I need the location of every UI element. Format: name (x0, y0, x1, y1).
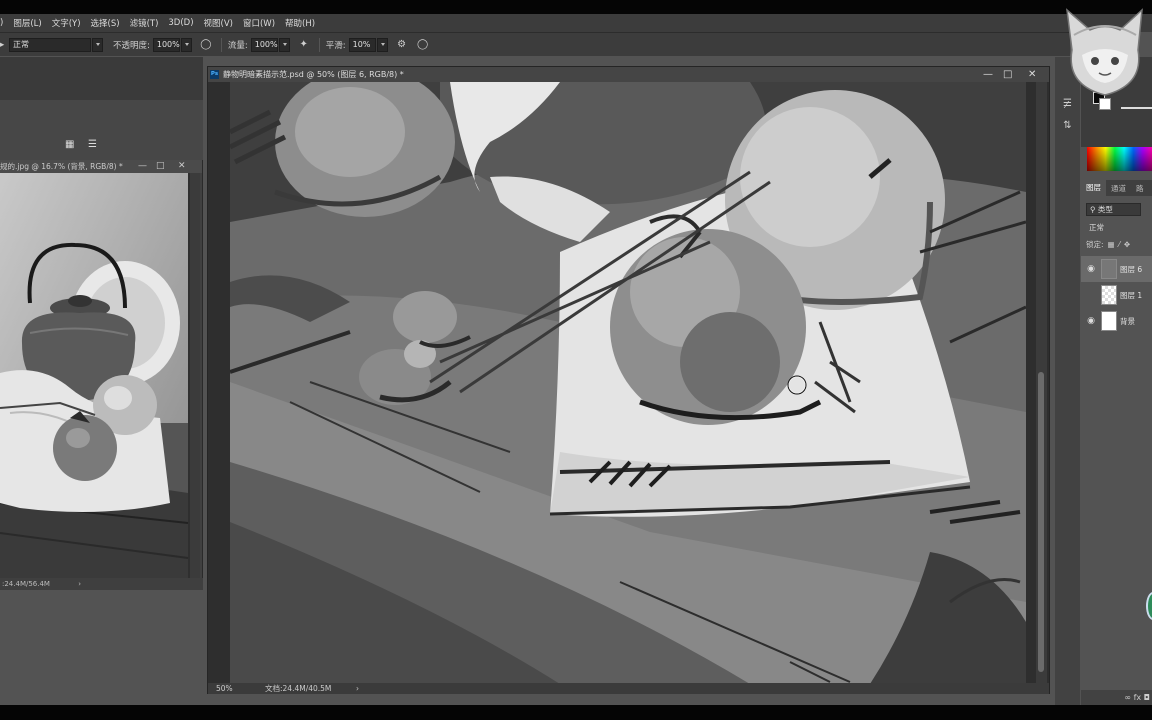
lock-brush-icon[interactable]: ⁄ (1119, 239, 1120, 251)
menu-filter[interactable]: 滤镜(T) (125, 17, 164, 29)
search-icon: ⚲ (1090, 205, 1096, 214)
panel-dock-icons: ☰ ⁄ ⇅ (1055, 57, 1080, 717)
layer-thumbnail (1101, 259, 1117, 279)
status-arrow-icon[interactable]: › (356, 683, 359, 694)
flow-label: 流量: (227, 40, 248, 51)
layer-thumbnail (1101, 311, 1117, 331)
reference-photo (0, 173, 189, 578)
blend-mode-select[interactable]: 正常 (1086, 221, 1152, 234)
lock-transparency-icon[interactable]: ▦ (1108, 239, 1115, 251)
eye-hidden-icon[interactable]: ◉ (1081, 290, 1101, 300)
left-panel-view-icons: ▦ ☰ (0, 100, 203, 160)
pressure-size-icon[interactable]: ◯ (416, 38, 430, 52)
adjustments-icon[interactable]: ⇅ (1061, 119, 1074, 132)
top-letterbox (0, 0, 1152, 14)
document-size-info: 文档:24.4M/40.5M (265, 684, 332, 693)
layers-bottom-toolbar[interactable]: ∞ fx ◘ (1081, 690, 1152, 705)
reference-document-window[interactable]: 规的.jpg @ 16.7% (背景, RGB/8) * — □ ✕:24.4… (0, 160, 203, 590)
airbrush-icon[interactable]: ✦ (297, 38, 311, 52)
flow-field[interactable]: 100% (250, 37, 278, 52)
layer-name: 图层 1 (1120, 290, 1143, 300)
reference-window-title: 规的.jpg @ 16.7% (背景, RGB/8) * (0, 162, 123, 171)
menu-help[interactable]: 帮助(H) (280, 17, 320, 29)
grid-view-icon[interactable]: ▦ (65, 140, 75, 150)
options-partial-icon: ▸ (0, 39, 5, 50)
flow-dropdown-icon[interactable] (278, 37, 290, 52)
smoothing-dropdown-icon[interactable] (376, 37, 388, 52)
maximize-icon[interactable]: □ (1003, 67, 1012, 82)
color-spectrum[interactable] (1087, 147, 1152, 171)
opacity-label: 不透明度: (113, 40, 150, 51)
left-panel-header (0, 57, 203, 100)
eye-icon[interactable]: ◉ (1081, 316, 1101, 326)
reference-window-title-bar[interactable]: 规的.jpg @ 16.7% (背景, RGB/8) * — □ ✕ (0, 160, 202, 173)
layer-thumbnail (1101, 285, 1117, 305)
list-view-icon[interactable]: ☰ (88, 140, 98, 150)
ps-doc-icon: Ps (210, 70, 219, 79)
mode-dropdown-icon[interactable] (92, 37, 103, 52)
tool-options-bar: ▸ 正常 不透明度: 100% ◯ 流量: 100% ✦ 平滑: 10% ⚙ ◯ (0, 32, 1070, 56)
reference-status-bar: :24.4M/56.4M › (0, 578, 203, 590)
divider (220, 37, 222, 52)
menu-bar: ) 图层(L) 文字(Y) 选择(S) 滤镜(T) 3D(D) 视图(V) 窗口… (0, 14, 1152, 32)
color-slider[interactable] (1121, 107, 1152, 109)
main-document-window[interactable]: Ps 静物明暗素描示范.psd @ 50% (图层 6, RGB/8) * — … (207, 66, 1050, 694)
smoothing-settings-icon[interactable]: ⚙ (395, 38, 409, 52)
zoom-level[interactable]: 50% (216, 683, 233, 694)
layer-filter-label: 类型 (1097, 205, 1113, 214)
tab-channels[interactable]: 通道 (1106, 183, 1131, 194)
lock-row: 锁定: ▦ ⁄ ✥ (1086, 239, 1152, 251)
menu-layer[interactable]: 图层(L) (8, 17, 46, 29)
layer-name: 图层 6 (1120, 264, 1143, 274)
menu-view[interactable]: 视图(V) (199, 17, 238, 29)
lock-move-icon[interactable]: ✥ (1124, 239, 1130, 251)
brush-settings-icon[interactable]: ⁄ (1060, 99, 1073, 112)
status-arrow-icon[interactable]: › (78, 580, 81, 588)
streamer-avatar-logo (1066, 8, 1143, 96)
menu-select[interactable]: 选择(S) (86, 17, 125, 29)
smoothing-field[interactable]: 10% (348, 37, 376, 52)
painting-canvas[interactable] (230, 82, 1026, 684)
lock-label: 锁定: (1086, 240, 1104, 249)
layer-row[interactable]: ◉ 背景 (1081, 308, 1152, 334)
tab-paths[interactable]: 路 (1131, 183, 1149, 194)
reference-canvas[interactable] (0, 173, 190, 578)
pressure-opacity-icon[interactable]: ◯ (199, 38, 213, 52)
reference-scrollbar[interactable] (190, 173, 200, 578)
main-window-title-bar[interactable]: Ps 静物明暗素描示范.psd @ 50% (图层 6, RGB/8) * — … (208, 67, 1049, 82)
main-vertical-scrollbar[interactable] (1036, 82, 1047, 684)
reference-doc-info: :24.4M/56.4M (2, 580, 50, 588)
divider (318, 37, 320, 52)
still-life-sketch (230, 82, 1026, 684)
menu-type[interactable]: 文字(Y) (47, 17, 86, 29)
eye-icon[interactable]: ◉ (1081, 264, 1101, 274)
maximize-icon[interactable]: □ (156, 160, 165, 173)
layer-row[interactable]: ◉ 图层 1 (1081, 282, 1152, 308)
layer-name: 背景 (1120, 316, 1135, 326)
opacity-dropdown-icon[interactable] (180, 37, 192, 52)
menu-partial[interactable]: ) (0, 18, 8, 28)
layers-panel-tabs: 图层 通道 路 (1081, 180, 1152, 196)
minimize-icon[interactable]: — (138, 160, 147, 173)
bottom-letterbox (0, 705, 1152, 720)
smoothing-label: 平滑: (325, 40, 346, 51)
main-status-bar: 50% 文档:24.4M/40.5M › (208, 683, 1049, 694)
layer-row[interactable]: ◉ 图层 6 (1081, 256, 1152, 282)
minimize-icon[interactable]: — (983, 67, 993, 82)
main-window-title: 静物明暗素描示范.psd @ 50% (图层 6, RGB/8) * (223, 70, 404, 79)
mode-select[interactable]: 正常 (9, 37, 91, 52)
menu-3d[interactable]: 3D(D) (163, 18, 198, 28)
menu-window[interactable]: 窗口(W) (238, 17, 280, 29)
close-icon[interactable]: ✕ (1028, 67, 1036, 82)
photoshop-window: ) 图层(L) 文字(Y) 选择(S) 滤镜(T) 3D(D) 视图(V) 窗口… (0, 0, 1152, 720)
tab-layers[interactable]: 图层 (1081, 180, 1106, 196)
opacity-field[interactable]: 100% (152, 37, 180, 52)
close-icon[interactable]: ✕ (178, 160, 186, 173)
layer-filter-select[interactable]: ⚲ 类型 (1086, 203, 1141, 216)
scrollbar-thumb[interactable] (1038, 372, 1044, 672)
